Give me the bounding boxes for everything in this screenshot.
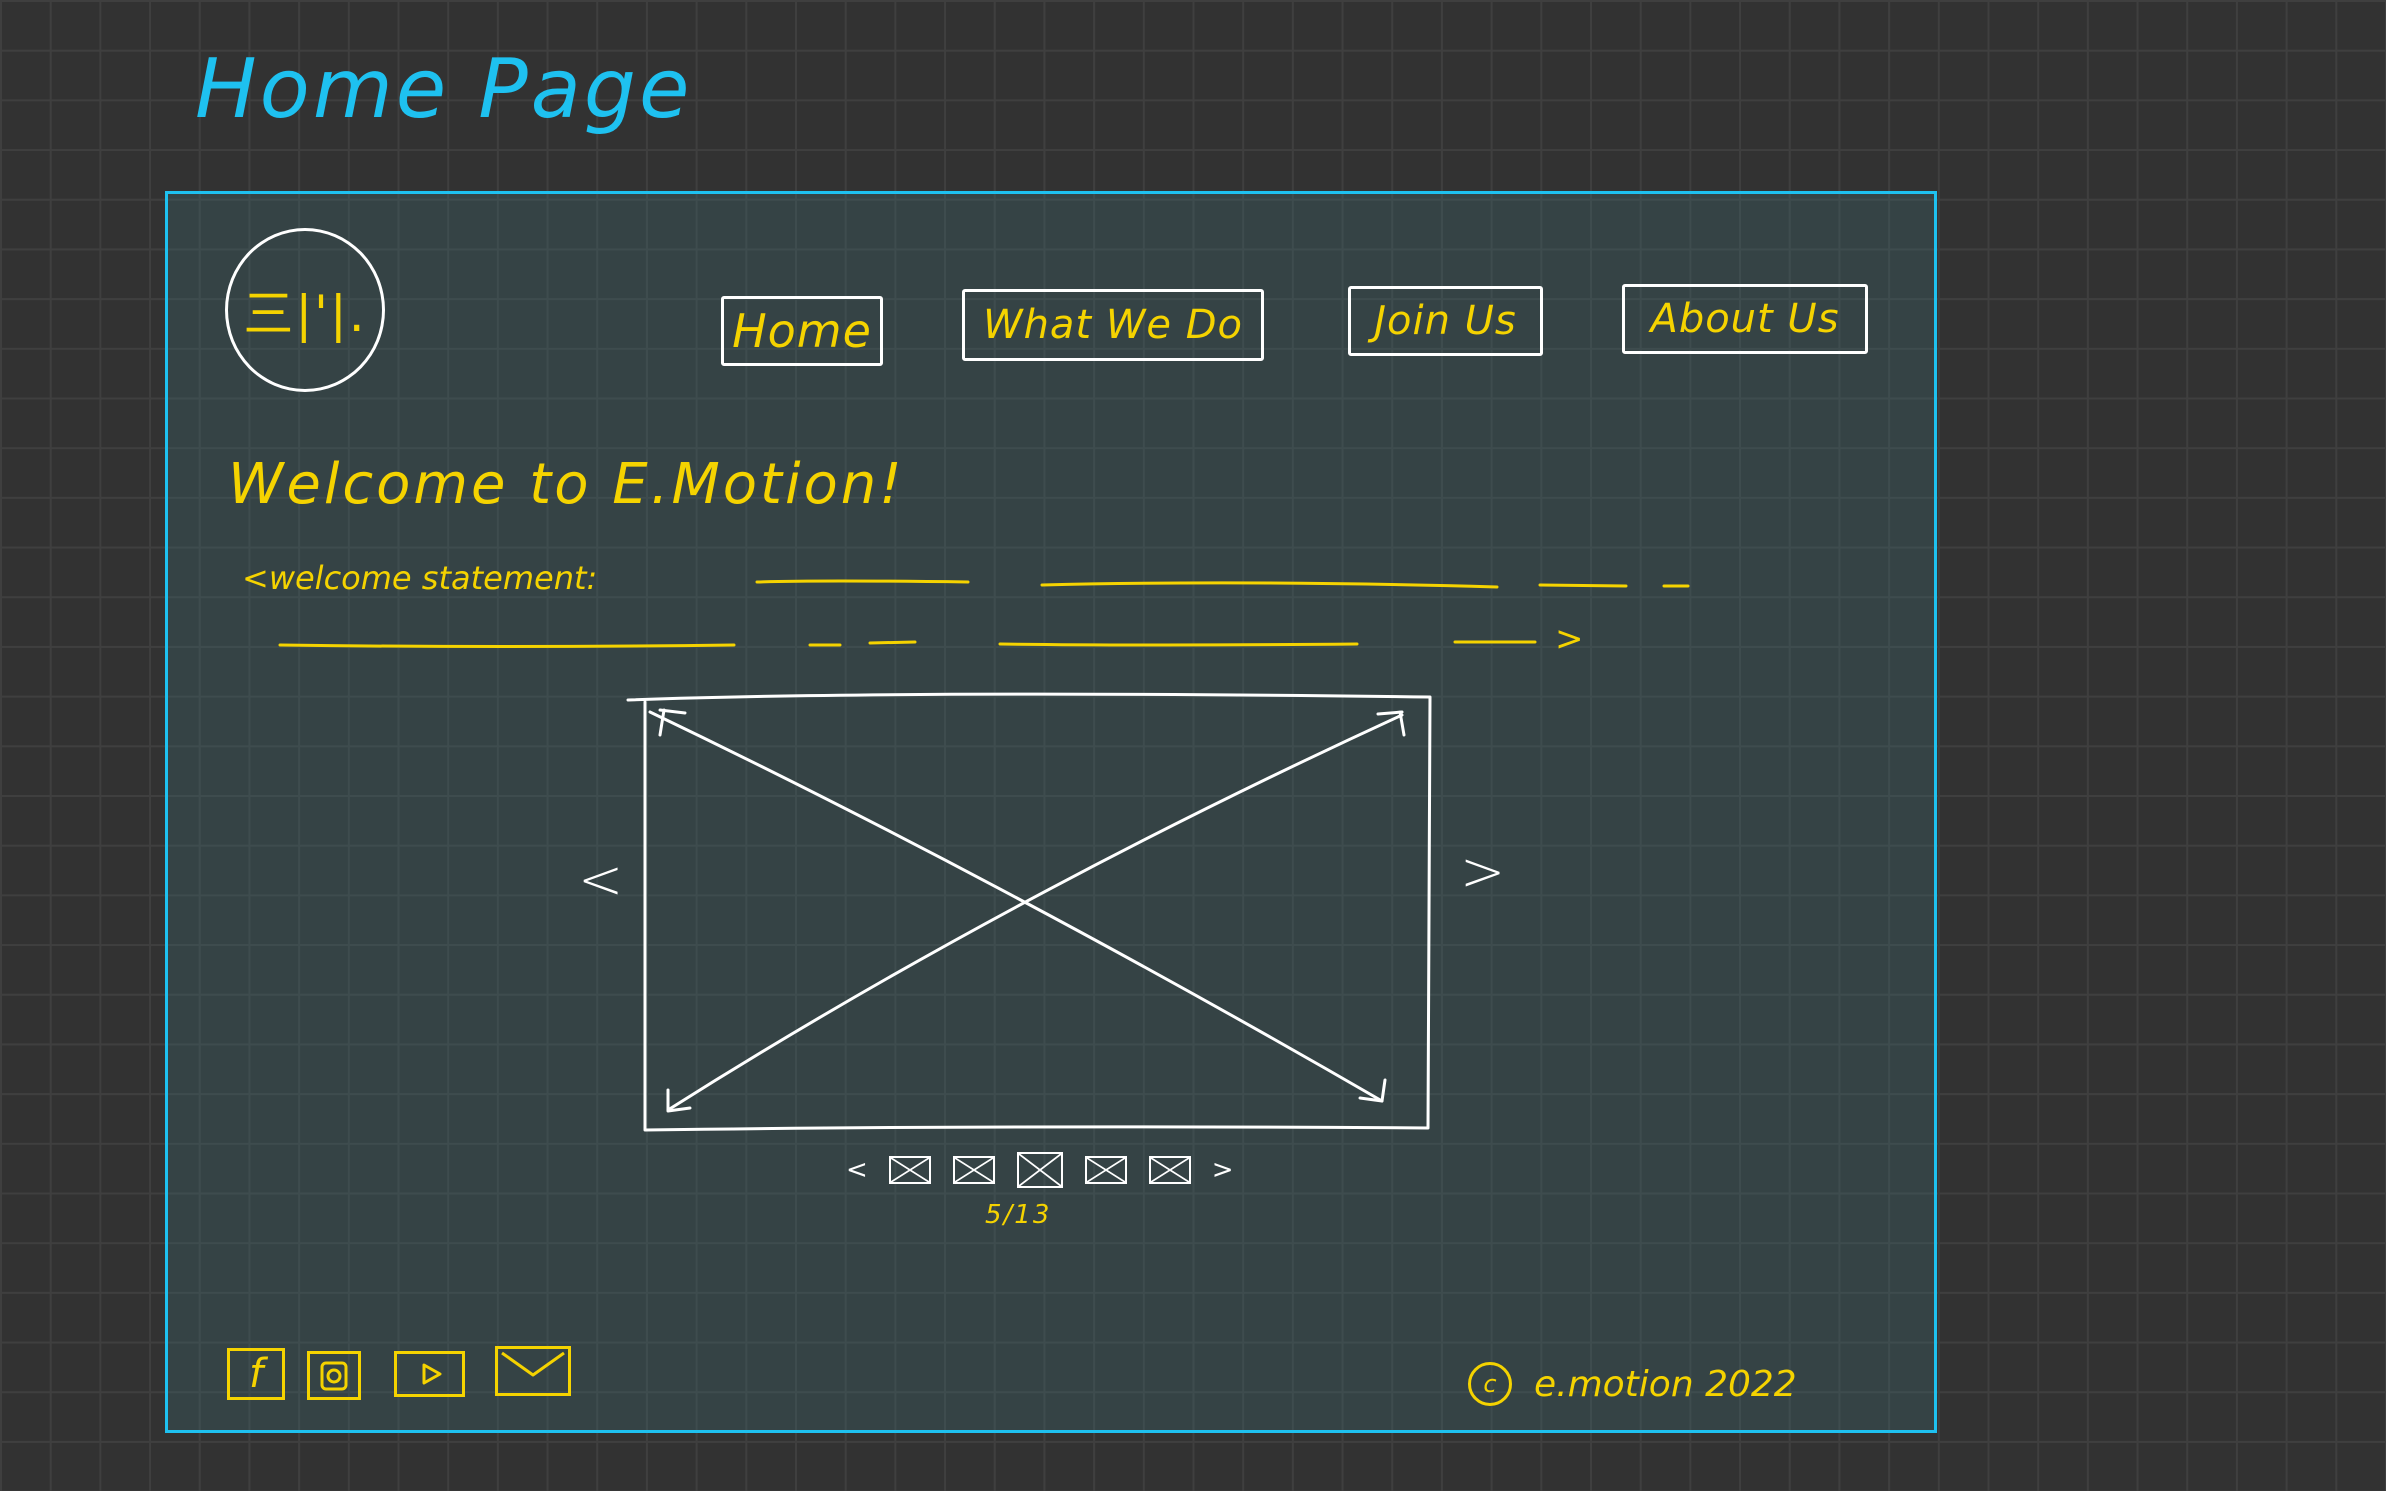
facebook-icon-glyph: f	[248, 1351, 264, 1397]
wireframe-frame	[165, 191, 1937, 1433]
welcome-heading: Welcome to E.Motion!	[228, 452, 905, 517]
thumbnail[interactable]	[1148, 1156, 1191, 1184]
instagram-icon[interactable]	[307, 1351, 361, 1400]
thumbs-next-arrow[interactable]: >	[1212, 1155, 1234, 1185]
carousel-prev-arrow[interactable]: <	[578, 848, 623, 911]
copyright: c e.motion 2022	[1468, 1362, 1797, 1406]
instagram-glyph	[320, 1361, 348, 1390]
thumbs-prev-arrow[interactable]: <	[846, 1155, 868, 1185]
mail-icon[interactable]	[495, 1346, 571, 1396]
copyright-icon: c	[1468, 1362, 1512, 1406]
copyright-text: e.motion 2022	[1534, 1363, 1797, 1405]
page-title: Home Page	[195, 42, 693, 137]
welcome-statement: <welcome statement:	[242, 559, 598, 597]
thumbnail-active[interactable]	[1016, 1152, 1063, 1188]
youtube-icon[interactable]	[394, 1351, 465, 1397]
logo[interactable]: 三|'|.	[225, 228, 385, 392]
thumbnail[interactable]	[888, 1156, 931, 1184]
facebook-icon[interactable]: f	[227, 1348, 285, 1400]
thumbnail[interactable]	[1084, 1156, 1127, 1184]
nav-what-we-do-button[interactable]: What We Do	[962, 289, 1264, 361]
play-glyph	[422, 1363, 441, 1385]
carousel-next-arrow[interactable]: >	[1460, 840, 1505, 903]
nav-about-us-button[interactable]: About Us	[1622, 284, 1868, 354]
nav-join-us-button[interactable]: Join Us	[1348, 286, 1543, 356]
carousel-thumbnails: < >	[836, 1150, 1244, 1190]
thumbnail[interactable]	[952, 1156, 995, 1184]
logo-text: 三|'|.	[243, 285, 367, 343]
nav-home-button[interactable]: Home	[721, 296, 883, 366]
carousel-counter: 5/13	[985, 1200, 1052, 1230]
envelope-glyph	[501, 1351, 565, 1377]
